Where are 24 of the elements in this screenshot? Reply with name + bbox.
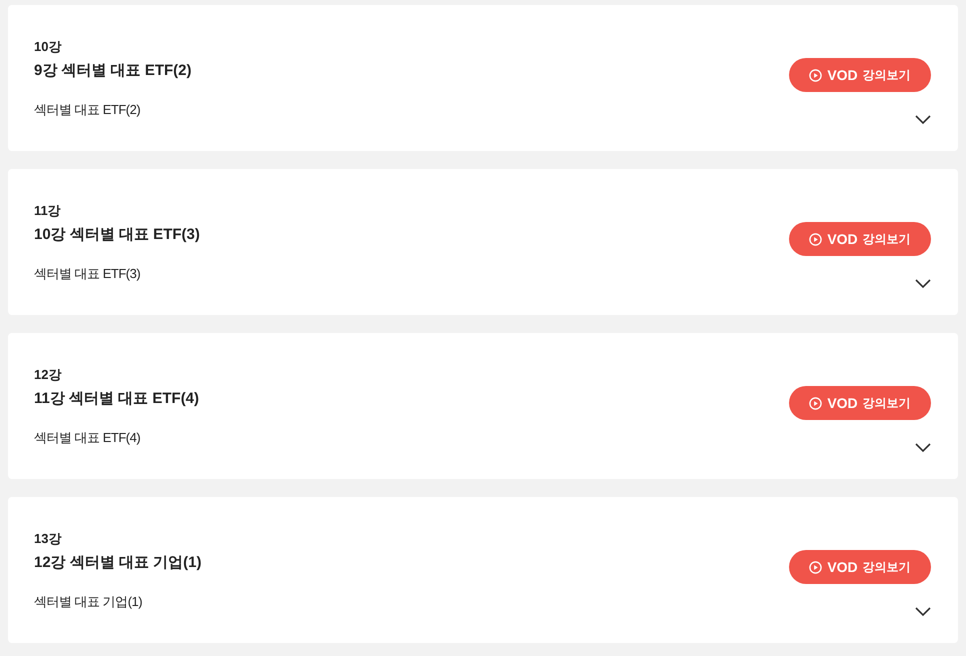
lecture-title: 11강 섹터별 대표 ETF(4) [34,388,200,408]
lecture-title: 10강 섹터별 대표 ETF(3) [34,224,200,244]
lecture-title: 9강 섹터별 대표 ETF(2) [34,60,192,80]
vod-button[interactable]: VOD 강의보기 [789,550,931,584]
chevron-down-icon[interactable] [915,279,931,289]
play-icon [809,396,822,410]
lecture-description: 섹터별 대표 ETF(4) [34,430,140,446]
lecture-description: 섹터별 대표 ETF(2) [34,102,140,118]
vod-button[interactable]: VOD 강의보기 [789,222,931,256]
chevron-down-icon[interactable] [915,607,931,617]
play-icon [809,68,822,82]
lecture-number: 12강 [34,366,62,382]
chevron-down-icon[interactable] [915,115,931,125]
lecture-number: 11강 [34,202,61,218]
lecture-description: 섹터별 대표 기업(1) [34,594,142,610]
lecture-description: 섹터별 대표 ETF(3) [34,266,140,282]
lecture-number: 13강 [34,530,62,546]
lecture-number: 10강 [34,38,62,54]
play-icon [809,560,822,574]
vod-button[interactable]: VOD 강의보기 [789,58,931,92]
chevron-down-icon[interactable] [915,443,931,453]
vod-button[interactable]: VOD 강의보기 [789,386,931,420]
lecture-title: 12강 섹터별 대표 기업(1) [34,552,202,572]
play-icon [809,232,822,246]
